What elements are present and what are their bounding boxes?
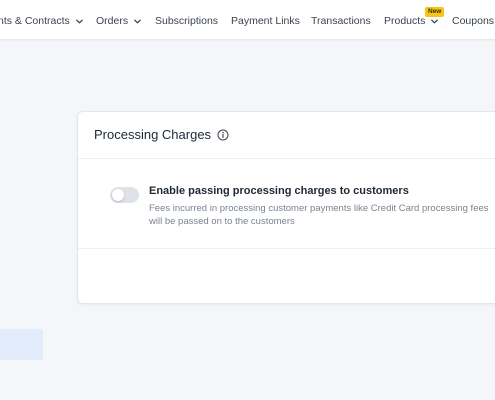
- new-badge: New: [425, 7, 445, 17]
- nav-item-label: Transactions: [311, 15, 371, 27]
- nav-item-label: Orders: [96, 15, 129, 27]
- nav-item-payment-links[interactable]: Payment Links: [231, 13, 300, 29]
- active-sidebar-highlight[interactable]: [0, 329, 43, 360]
- processing-charges-card: Processing Charges Enable passing proces…: [77, 111, 495, 304]
- nav-item-label: Payment Links: [231, 15, 300, 27]
- nav-item-label: nts & Contracts: [0, 15, 70, 27]
- card-title: Processing Charges: [94, 127, 212, 142]
- setting-label: Enable passing processing charges to cus…: [149, 185, 409, 197]
- nav-item-label: Coupons: [452, 15, 495, 27]
- nav-item-coupons[interactable]: Coupons: [452, 13, 494, 29]
- nav-item-transactions[interactable]: Transactions: [311, 13, 371, 29]
- chevron-down-icon: [430, 17, 439, 26]
- nav-item-accounts-contracts[interactable]: nts & Contracts: [0, 13, 84, 29]
- nav-item-label: Products: [384, 15, 426, 27]
- nav-item-label: Subscriptions: [155, 15, 219, 27]
- toggle-knob: [112, 189, 124, 201]
- card-divider: [78, 248, 495, 249]
- processing-charges-toggle[interactable]: [110, 187, 139, 203]
- setting-description: Fees incurred in processing customer pay…: [149, 203, 489, 227]
- nav-item-subscriptions[interactable]: Subscriptions: [155, 13, 218, 29]
- card-header: Processing Charges: [78, 112, 495, 159]
- top-navigation: nts & Contracts Orders Subscriptions Pay…: [0, 0, 495, 40]
- info-circle-icon[interactable]: [217, 129, 229, 141]
- chevron-down-icon: [133, 17, 142, 26]
- nav-item-orders[interactable]: Orders: [96, 13, 142, 29]
- chevron-down-icon: [75, 17, 84, 26]
